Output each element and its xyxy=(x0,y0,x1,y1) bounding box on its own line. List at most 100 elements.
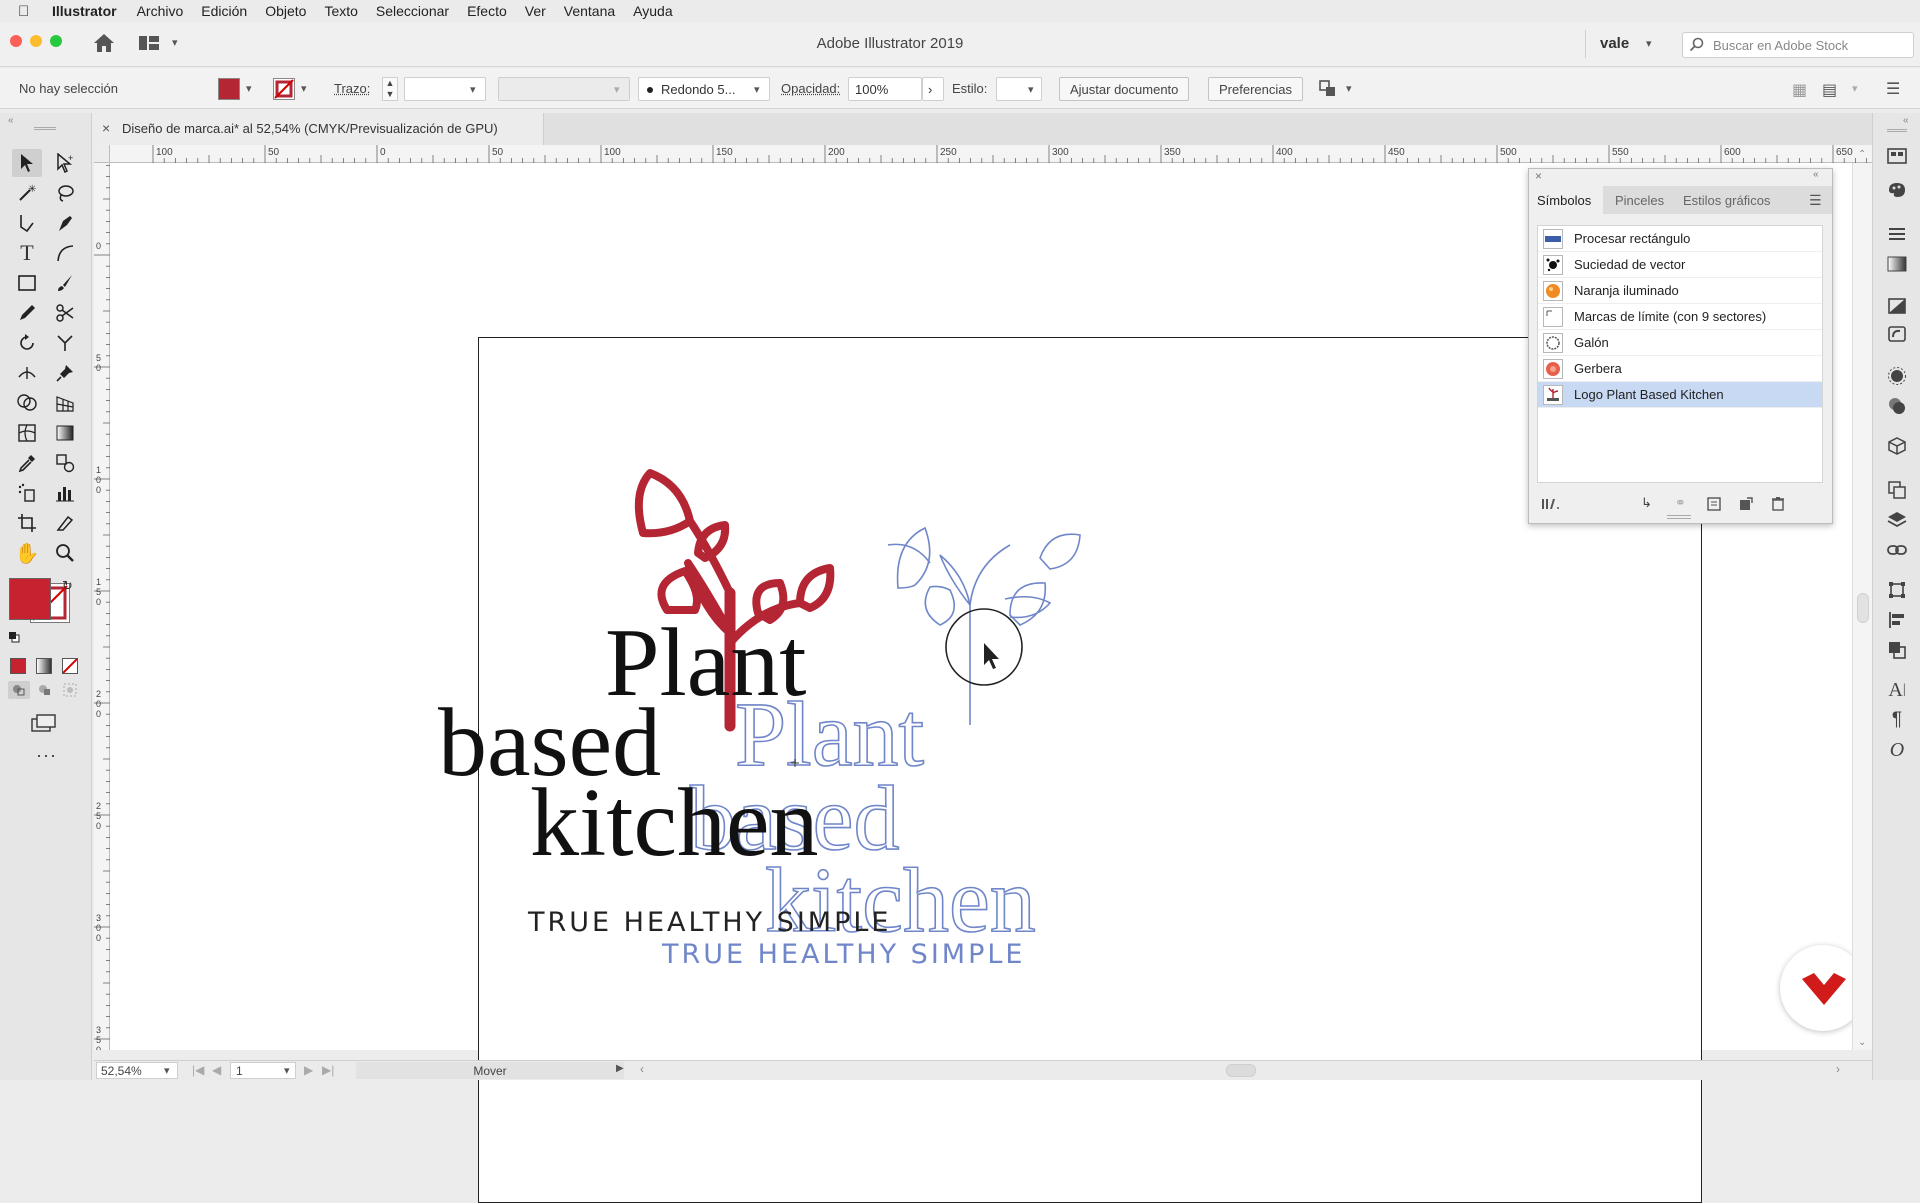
last-artboard-icon[interactable]: ▶| xyxy=(322,1063,334,1077)
symbol-item[interactable]: Galón xyxy=(1538,330,1822,356)
gradient-mode-icon[interactable] xyxy=(36,658,52,674)
more-tools-icon[interactable]: ··· xyxy=(36,745,57,766)
column-graph-tool-icon[interactable] xyxy=(50,479,80,507)
gradient-panel-icon[interactable] xyxy=(1885,253,1909,275)
fill-color-indicator[interactable] xyxy=(9,578,51,620)
symbol-item[interactable]: Gerbera xyxy=(1538,356,1822,382)
chevron-down-icon[interactable]: ▾ xyxy=(246,82,252,95)
menu-archivo[interactable]: Archivo xyxy=(137,3,184,19)
drag-handle[interactable] xyxy=(1887,129,1907,132)
symbol-item-selected[interactable]: Logo Plant Based Kitchen xyxy=(1538,382,1822,408)
chevron-down-icon[interactable]: ▾ xyxy=(301,82,307,95)
collapse-panel-icon[interactable]: « xyxy=(1813,169,1819,180)
workspace-switcher[interactable]: vale xyxy=(1600,35,1629,52)
horizontal-ruler[interactable]: 100 50 0 50 100 150 200 250 300 350 400 450 500 550 60… xyxy=(110,145,1872,163)
vertical-ruler[interactable]: 050100150200250300350 xyxy=(94,145,110,1055)
status-display[interactable]: Mover xyxy=(356,1062,624,1079)
search-input[interactable]: Buscar en Adobe Stock xyxy=(1713,38,1848,53)
symbol-libraries-icon[interactable] xyxy=(1541,497,1561,516)
vertical-scrollbar[interactable]: ⌃ ⌄ xyxy=(1852,149,1872,1050)
graphic-styles-icon[interactable] xyxy=(1885,395,1909,417)
chevron-down-icon[interactable]: ▾ xyxy=(614,83,620,96)
layers-icon[interactable] xyxy=(1885,509,1909,531)
scroll-right-icon[interactable]: › xyxy=(1836,1062,1840,1076)
paintbrush-tool-icon[interactable] xyxy=(50,269,80,297)
stroke-weight-stepper[interactable]: ▲ ▼ xyxy=(382,77,398,101)
color-themes-icon[interactable] xyxy=(1885,179,1909,201)
chevron-down-icon[interactable]: ▾ xyxy=(1852,82,1858,95)
mesh-tool-icon[interactable] xyxy=(12,419,42,447)
hand-tool-icon[interactable]: ✋ xyxy=(12,539,42,567)
pen-tool-icon[interactable] xyxy=(50,209,80,237)
stroke-label[interactable]: Trazo: xyxy=(334,81,370,96)
artboard-tool-icon[interactable] xyxy=(12,509,42,537)
break-link-icon[interactable]: ⚭ xyxy=(1675,495,1686,511)
scissors-tool-icon[interactable] xyxy=(50,299,80,327)
zoom-tool-icon[interactable] xyxy=(50,539,80,567)
first-artboard-icon[interactable]: |◀ xyxy=(192,1063,204,1077)
stock-search-box[interactable]: Buscar en Adobe Stock xyxy=(1682,32,1914,58)
menu-ver[interactable]: Ver xyxy=(525,3,546,19)
variable-width-profile[interactable] xyxy=(498,77,630,101)
links-icon[interactable] xyxy=(1885,539,1909,561)
type-tool-icon[interactable]: T xyxy=(12,239,42,267)
width-tool-icon[interactable] xyxy=(12,359,42,387)
pin-tool-icon[interactable] xyxy=(50,359,80,387)
menu-edicion[interactable]: Edición xyxy=(201,3,247,19)
draw-normal-icon[interactable] xyxy=(8,681,30,699)
symbol-item[interactable]: Procesar rectángulo xyxy=(1538,226,1822,252)
screen-mode-icon[interactable] xyxy=(30,713,58,738)
collapse-icon[interactable]: « xyxy=(8,115,14,126)
tab-pinceles[interactable]: Pinceles xyxy=(1607,186,1672,214)
chevron-down-icon[interactable]: ▾ xyxy=(754,83,760,96)
opentype-icon[interactable]: O xyxy=(1885,739,1909,761)
status-menu-icon[interactable]: ▶ xyxy=(616,1063,624,1074)
apple-icon[interactable]:  xyxy=(18,3,38,20)
menu-illustrator[interactable]: Illustrator xyxy=(52,3,117,19)
preferences-button[interactable]: Preferencias xyxy=(1208,77,1303,101)
document-setup-button[interactable]: Ajustar documento xyxy=(1059,77,1190,101)
transform-icon[interactable]: ▦ xyxy=(1792,80,1807,100)
stroke-swatch[interactable] xyxy=(273,78,295,100)
default-colors-icon[interactable] xyxy=(8,630,20,643)
brush-definition[interactable]: Redondo 5... xyxy=(638,77,770,101)
align-panel-icon[interactable] xyxy=(1885,609,1909,631)
pathfinder-icon[interactable] xyxy=(1885,639,1909,661)
menu-ventana[interactable]: Ventana xyxy=(564,3,615,19)
gradient-tool-icon[interactable] xyxy=(50,419,80,447)
color-mode-icon[interactable] xyxy=(10,658,26,674)
slice-tool-icon[interactable] xyxy=(50,509,80,537)
menu-texto[interactable]: Texto xyxy=(324,3,357,19)
previous-artboard-icon[interactable]: ◀ xyxy=(212,1063,221,1077)
panel-resize-handle[interactable] xyxy=(1667,515,1691,519)
pencil-tool-icon[interactable] xyxy=(12,299,42,327)
vertical-scroll-thumb[interactable] xyxy=(1857,593,1869,623)
swap-fill-stroke-icon[interactable]: ↻ xyxy=(62,578,73,594)
perspective-grid-tool-icon[interactable] xyxy=(50,389,80,417)
selection-tool-icon[interactable] xyxy=(12,149,42,177)
logo-outline-copy[interactable]: Plant based kitchen xyxy=(689,526,1081,952)
symbol-item[interactable]: Marcas de límite (con 9 sectores) xyxy=(1538,304,1822,330)
draw-behind-icon[interactable] xyxy=(34,681,56,699)
graphic-style-picker[interactable] xyxy=(996,77,1042,101)
tab-simbolos[interactable]: Símbolos xyxy=(1529,186,1603,214)
puppet-warp-tool-icon[interactable] xyxy=(50,329,80,357)
scroll-left-icon[interactable]: ‹ xyxy=(640,1062,644,1076)
close-panel-icon[interactable]: × xyxy=(1535,169,1542,183)
arc-tool-icon[interactable] xyxy=(50,239,80,267)
3d-materials-icon[interactable] xyxy=(1885,435,1909,457)
delete-symbol-icon[interactable] xyxy=(1771,496,1785,516)
character-icon[interactable]: A | xyxy=(1885,679,1909,701)
next-artboard-icon[interactable]: ▶ xyxy=(304,1063,313,1077)
opacity-arrow[interactable]: › xyxy=(922,77,944,101)
close-tab-icon[interactable]: × xyxy=(102,120,110,136)
menu-objeto[interactable]: Objeto xyxy=(265,3,306,19)
opacity-input[interactable]: 100% xyxy=(848,77,922,101)
chevron-down-icon[interactable]: ▾ xyxy=(164,1064,170,1077)
blend-tool-icon[interactable] xyxy=(50,449,80,477)
draw-inside-icon[interactable] xyxy=(60,681,82,699)
document-tab[interactable]: × Diseño de marca.ai* al 52,54% (CMYK/Pr… xyxy=(94,113,544,145)
transform-panel-icon[interactable] xyxy=(1885,579,1909,601)
arrange-documents-icon[interactable] xyxy=(1318,79,1340,102)
properties-icon[interactable] xyxy=(1885,223,1909,245)
